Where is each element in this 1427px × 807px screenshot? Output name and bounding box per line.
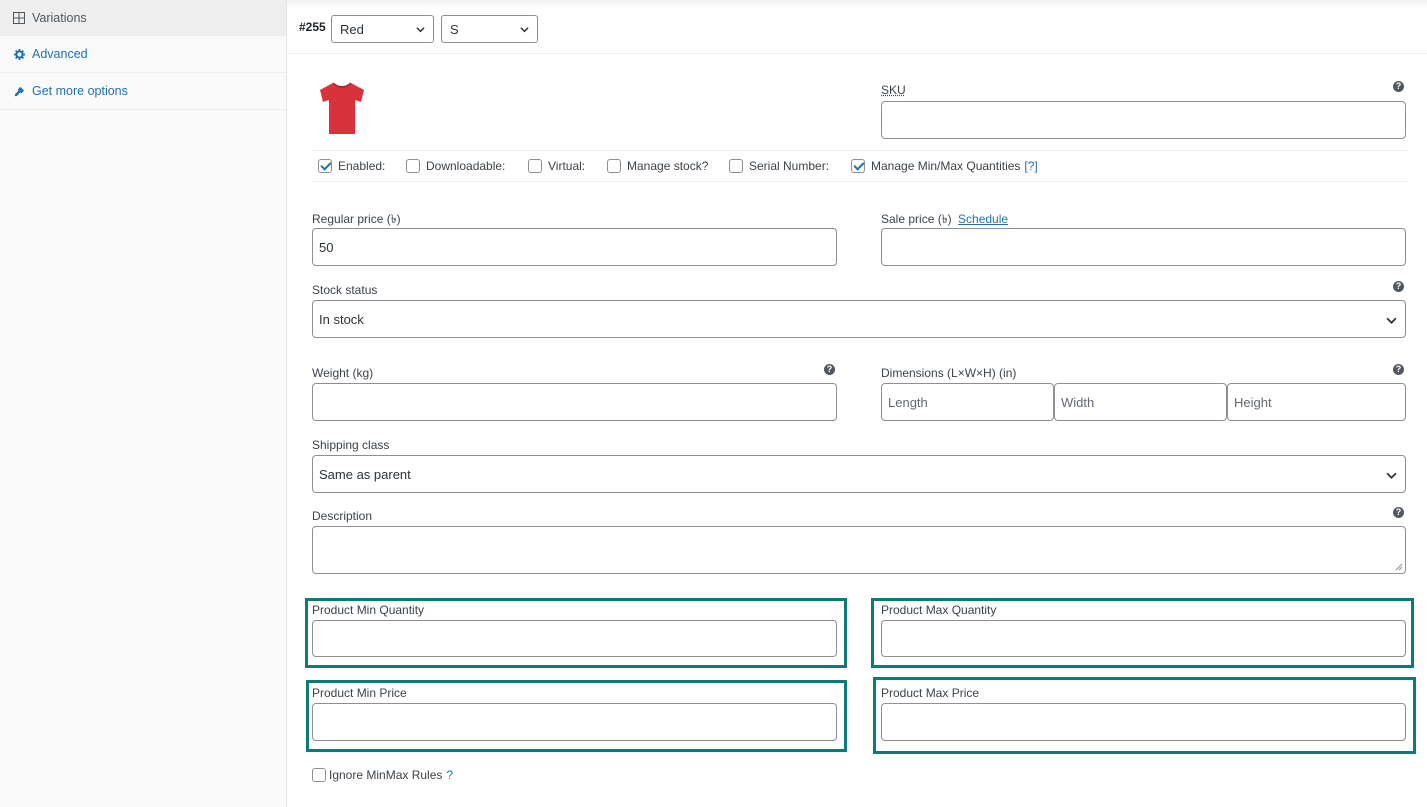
width-input[interactable]: Width [1054, 383, 1227, 421]
manage-stock-checkbox[interactable] [607, 159, 621, 173]
chevron-down-icon [416, 27, 425, 33]
tab-label: Variations [32, 10, 87, 25]
ignore-minmax-checkbox[interactable] [312, 768, 326, 782]
tab-label: Advanced [32, 47, 88, 61]
weight-input[interactable] [312, 383, 837, 421]
stock-status-select[interactable]: In stock [312, 300, 1406, 338]
max-quantity-input[interactable] [881, 620, 1406, 657]
downloadable-option[interactable]: Downloadable: [406, 159, 505, 173]
help-icon[interactable]: ? [1393, 364, 1404, 375]
minmax-help-link[interactable]: [?] [1024, 159, 1037, 173]
description-textarea[interactable] [312, 526, 1406, 574]
help-icon[interactable]: ? [1393, 507, 1404, 518]
height-input[interactable]: Height [1227, 383, 1406, 421]
variation-id: #255 [299, 20, 326, 34]
sale-price-input[interactable] [881, 228, 1406, 266]
enabled-option[interactable]: Enabled: [318, 159, 385, 173]
min-quantity-input[interactable] [312, 620, 837, 657]
variation-options: Enabled: Downloadable: Virtual: Manage s… [312, 150, 1409, 182]
variation-image[interactable] [317, 80, 367, 136]
gear-icon [12, 47, 26, 61]
min-price-input[interactable] [312, 703, 837, 741]
regular-price-input[interactable]: 50 [312, 228, 837, 266]
max-price-label: Product Max Price [881, 686, 980, 700]
ignore-minmax-help[interactable]: ? [446, 768, 453, 782]
resize-handle-icon[interactable] [1395, 563, 1403, 571]
shipping-class-select[interactable]: Same as parent [312, 455, 1406, 493]
plugin-icon [12, 84, 26, 98]
dimensions-label: Dimensions (L×W×H) (in) [881, 366, 1017, 380]
ignore-minmax-option[interactable]: Ignore MinMax Rules ? [312, 768, 453, 782]
tab-label: Get more options [32, 84, 128, 98]
tab-variations[interactable]: Variations [0, 0, 286, 36]
color-attribute-select[interactable]: Red [331, 15, 434, 43]
manage-minmax-checkbox[interactable] [851, 159, 865, 173]
virtual-checkbox[interactable] [528, 159, 542, 173]
max-quantity-label: Product Max Quantity [881, 603, 997, 617]
min-quantity-label: Product Min Quantity [312, 603, 425, 617]
chevron-down-icon [520, 27, 529, 33]
enabled-checkbox[interactable] [318, 159, 332, 173]
length-input[interactable]: Length [881, 383, 1054, 421]
sku-label: SKU [881, 83, 906, 97]
sku-input[interactable] [881, 101, 1406, 139]
serial-number-option[interactable]: Serial Number: [729, 159, 829, 173]
help-icon[interactable]: ? [1393, 81, 1404, 92]
manage-minmax-option[interactable]: Manage Min/Max Quantities [?] [851, 159, 1038, 173]
description-label: Description [312, 509, 373, 523]
help-icon[interactable]: ? [1393, 281, 1404, 292]
product-data-tabs: Variations Advanced Get more options [0, 0, 287, 807]
shipping-class-label: Shipping class [312, 438, 390, 452]
variation-panel: #255 Red S SKU ? Enabled: Downloadable: … [287, 0, 1427, 807]
stock-status-label: Stock status [312, 283, 378, 297]
help-icon[interactable]: ? [824, 364, 835, 375]
max-price-input[interactable] [881, 703, 1406, 741]
weight-label: Weight (kg) [312, 366, 374, 380]
virtual-option[interactable]: Virtual: [528, 159, 585, 173]
downloadable-checkbox[interactable] [406, 159, 420, 173]
tab-get-more-options[interactable]: Get more options [0, 73, 286, 110]
chevron-down-icon [1386, 317, 1397, 324]
size-attribute-select[interactable]: S [441, 15, 538, 43]
variation-header: #255 Red S [287, 0, 1427, 54]
serial-number-checkbox[interactable] [729, 159, 743, 173]
tab-advanced[interactable]: Advanced [0, 36, 286, 73]
schedule-link[interactable]: Schedule [958, 212, 1008, 226]
manage-stock-option[interactable]: Manage stock? [607, 159, 708, 173]
chevron-down-icon [1386, 472, 1397, 479]
min-price-label: Product Min Price [312, 686, 407, 700]
grid-icon [12, 11, 26, 25]
